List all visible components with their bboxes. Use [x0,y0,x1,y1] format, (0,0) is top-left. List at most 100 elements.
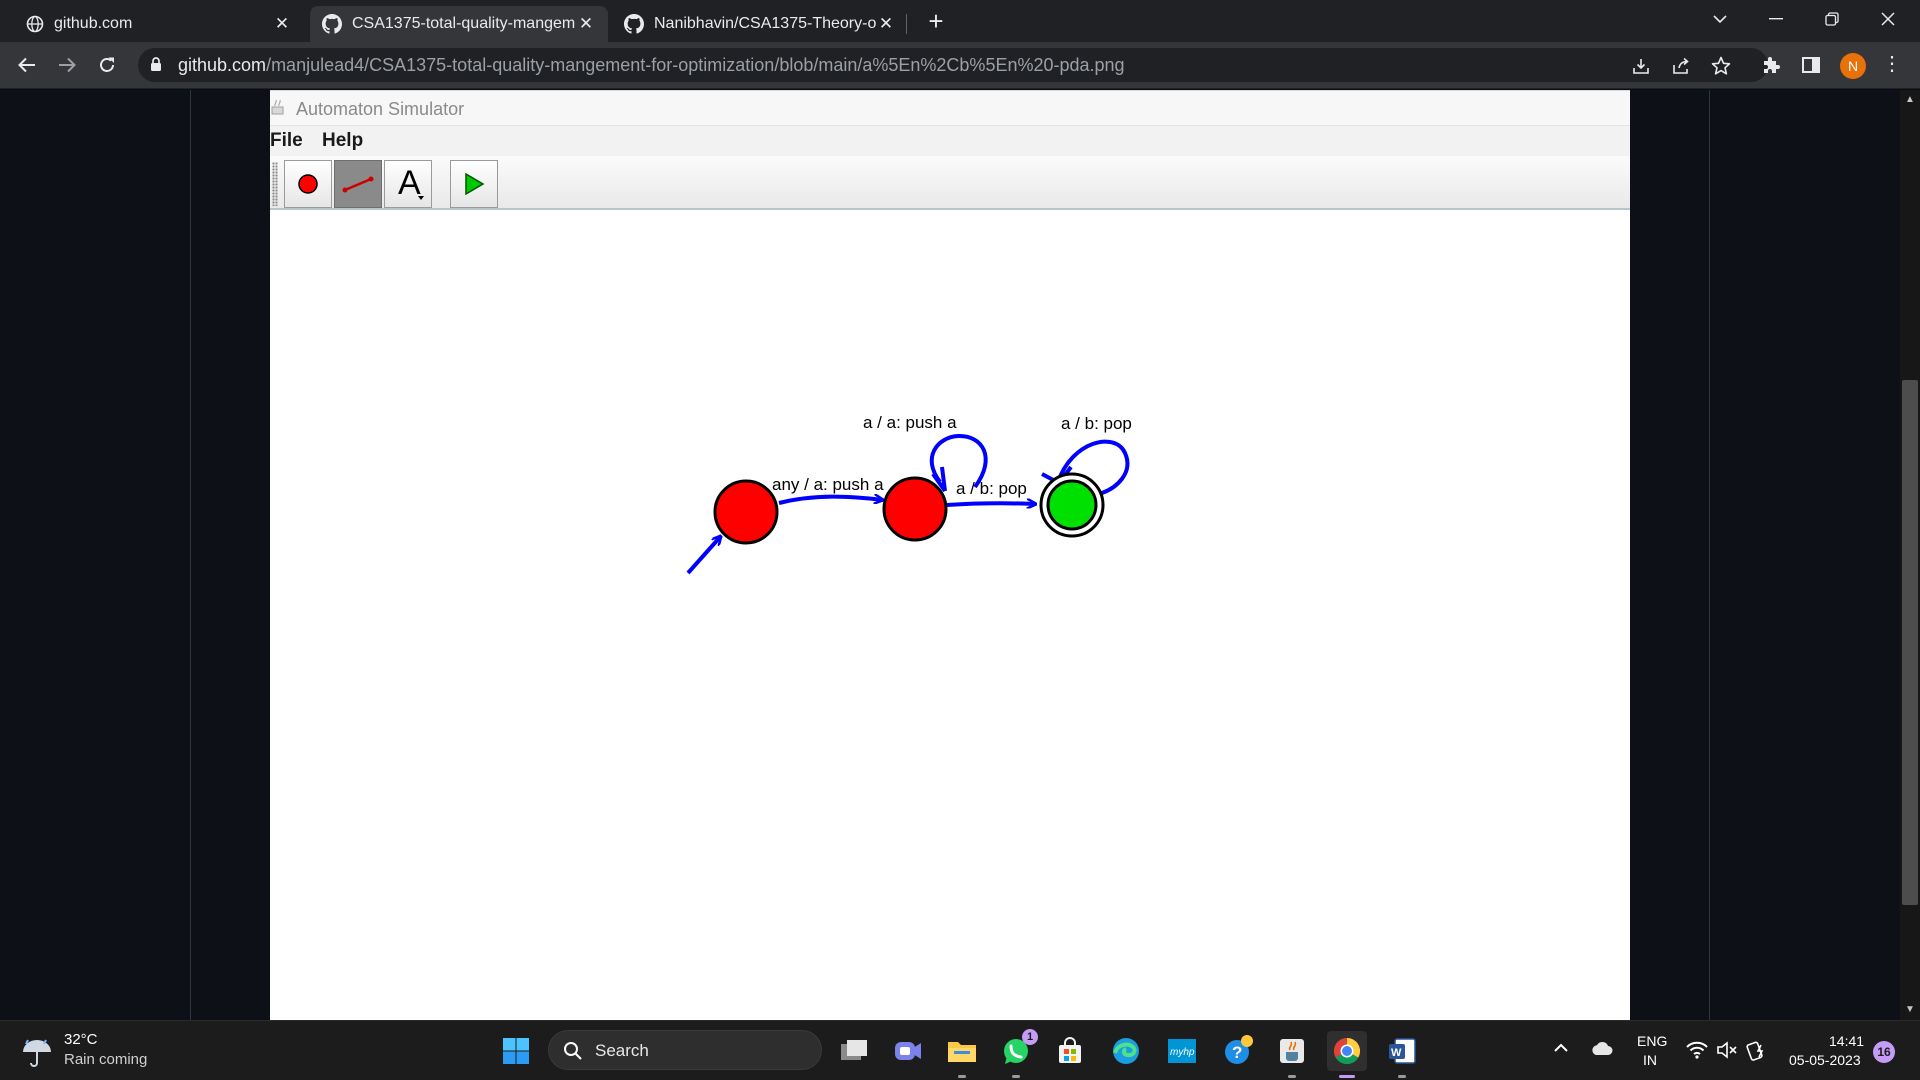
chrome-icon [1333,1037,1361,1065]
initial-state-arrow[interactable] [686,536,721,575]
transition-tool-button[interactable] [334,160,382,208]
wifi-icon[interactable] [1686,1041,1708,1064]
back-button[interactable] [12,50,42,80]
myhp-icon: myhp [1168,1039,1196,1063]
svg-text:W: W [1391,1047,1402,1059]
edge-icon [1113,1038,1139,1064]
state-dot-icon [298,174,318,194]
restore-button[interactable] [1806,0,1858,38]
new-tab-button[interactable]: + [922,8,950,36]
play-icon [465,172,485,196]
search-label: Search [595,1041,649,1060]
app-menu-bar: File Help [270,126,1630,156]
input-language[interactable]: ENG [1637,1033,1667,1049]
lock-icon[interactable] [150,57,162,72]
java-app[interactable] [1272,1031,1312,1078]
close-tab-icon[interactable]: ✕ [272,14,292,34]
weather-widget[interactable]: 32°C Rain coming [20,1031,190,1073]
teams-chat-app[interactable] [888,1031,928,1071]
tab-github-home[interactable]: github.com ✕ [14,6,304,42]
app-title-bar: Automaton Simulator [270,90,1630,126]
state-q1[interactable] [882,476,948,542]
scrollbar-thumb[interactable] [1902,380,1918,905]
running-indicator [1288,1075,1296,1078]
scroll-up-arrow[interactable]: ▲ [1905,94,1915,105]
running-indicator [1398,1075,1406,1078]
volume-muted-icon[interactable] [1716,1040,1738,1065]
tab-csa1375-tqm[interactable]: CSA1375-total-quality-mangeme ✕ [310,6,608,42]
transition-label-q0-q1: any / a: push a [772,475,884,494]
clock-date[interactable]: 05-05-2023 [1789,1052,1861,1068]
address-bar[interactable]: github.com/manjulead4/CSA1375-total-qual… [138,48,1768,82]
get-help-app[interactable]: ? [1218,1031,1258,1071]
close-tab-icon[interactable]: ✕ [876,14,896,34]
reload-button[interactable] [92,50,122,80]
edge-browser-app[interactable] [1106,1031,1146,1071]
svg-text:?: ? [1232,1043,1242,1062]
onedrive-cloud-icon[interactable] [1590,1041,1614,1062]
whatsapp-badge: 1 [1022,1029,1038,1045]
whatsapp-app[interactable]: 1 [996,1029,1038,1078]
scroll-down-arrow[interactable]: ▼ [1905,1004,1915,1015]
forward-button[interactable] [52,50,82,80]
simulate-tool-button[interactable] [450,160,498,208]
start-button[interactable] [496,1031,536,1071]
toolbar-grip[interactable] [272,162,278,206]
tab-title: Nanibhavin/CSA1375-Theory-of- [654,15,876,32]
transition-q0-q1[interactable] [778,497,883,503]
text-tool-button[interactable]: A [384,160,432,208]
transition-label-q2-loop: a / b: pop [1061,414,1132,433]
tab-title: CSA1375-total-quality-mangeme [352,15,576,32]
install-app-icon[interactable] [1630,55,1652,77]
microsoft-store-app[interactable] [1050,1031,1090,1071]
text-a-icon: A [398,165,424,202]
java-cup-icon [1280,1039,1304,1063]
notification-badge[interactable]: 16 [1873,1041,1895,1063]
transition-q1-q2[interactable] [946,503,1036,505]
teams-chat-icon [895,1042,921,1060]
clock-time[interactable]: 14:41 [1829,1033,1864,1049]
url-path: /manjulead4/CSA1375-total-quality-mangem… [266,55,1125,75]
menu-file[interactable]: File [270,130,303,152]
share-icon[interactable] [1670,55,1692,77]
side-panel-icon[interactable] [1800,54,1822,76]
arrow-right-icon [59,57,76,73]
minimize-button[interactable] [1750,0,1802,38]
state-tool-button[interactable] [284,160,332,208]
word-icon: W [1389,1038,1416,1064]
github-icon [322,14,342,34]
tab-search-icon[interactable] [1694,0,1746,38]
show-hidden-icons-chevron[interactable] [1553,1041,1569,1059]
input-region[interactable]: IN [1643,1052,1657,1068]
tab-title: github.com [54,15,133,32]
chrome-menu-icon[interactable]: ⋮ [1882,54,1902,74]
taskbar-search[interactable]: Search [548,1030,822,1070]
state-q2[interactable] [1046,479,1098,531]
bookmark-star-icon[interactable] [1710,55,1732,77]
reload-icon [100,57,114,72]
transition-line-icon [342,176,374,193]
page-viewport: Automaton Simulator File Help A any / a:… [0,90,1920,1020]
myhp-app[interactable]: myhp [1162,1031,1202,1071]
chrome-app[interactable] [1327,1031,1367,1078]
close-tab-icon[interactable]: ✕ [576,14,596,34]
java-cup-icon [271,99,284,115]
word-app[interactable]: W [1382,1031,1422,1078]
app-toolbar: A [270,156,1630,210]
rain-umbrella-icon [23,1039,51,1067]
profile-avatar[interactable]: N [1840,53,1866,79]
search-icon [564,1042,582,1060]
battery-charging-icon[interactable] [1746,1039,1768,1066]
automaton-canvas[interactable]: any / a: push a a / a: push a a / b: pop… [270,212,1630,1020]
menu-help[interactable]: Help [322,130,363,152]
page-divider [190,90,191,1020]
store-bag-icon [1059,1037,1081,1063]
url-text[interactable]: github.com/manjulead4/CSA1375-total-qual… [178,55,1125,76]
task-view-button[interactable] [834,1031,874,1071]
close-window-button[interactable] [1862,0,1914,38]
state-q0[interactable] [713,479,779,545]
tab-nanibhavin-toc[interactable]: Nanibhavin/CSA1375-Theory-of- ✕ [612,6,908,42]
extensions-puzzle-icon[interactable] [1760,54,1782,76]
arrow-left-icon [18,57,35,73]
file-explorer-app[interactable] [942,1031,982,1078]
